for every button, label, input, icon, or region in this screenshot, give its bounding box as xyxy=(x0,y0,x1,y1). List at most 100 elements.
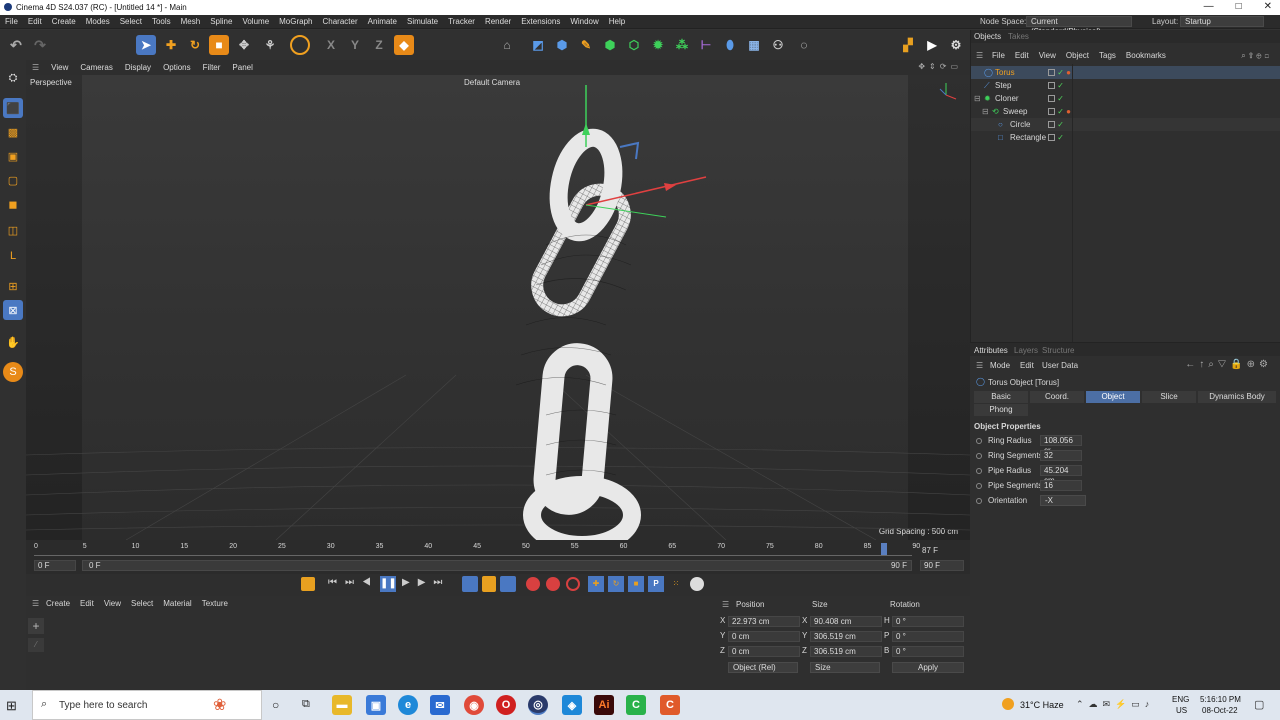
tab-layers[interactable]: Layers xyxy=(1014,346,1038,355)
menu-tools[interactable]: Tools xyxy=(147,15,176,29)
node-space-dropdown[interactable]: Current (Standard/Physical) xyxy=(1026,16,1132,36)
menu-extensions[interactable]: Extensions xyxy=(516,15,565,29)
model-mode-icon[interactable]: ⌂ xyxy=(497,35,517,55)
viewport-hamburger-icon[interactable]: ☰ xyxy=(26,60,45,75)
minimize-button[interactable]: — xyxy=(1204,1,1214,12)
add-material-icon[interactable]: + xyxy=(28,618,44,634)
size-mode-dropdown[interactable]: Size xyxy=(810,662,880,673)
objects-menu-tags[interactable]: Tags xyxy=(1099,51,1116,60)
viewport-nav-icons[interactable]: ✥⇕⟳▭ xyxy=(918,62,962,71)
language-code[interactable]: ENG xyxy=(1172,695,1189,704)
recorder-icon[interactable]: C xyxy=(660,695,680,715)
key-position-icon[interactable]: ✚ xyxy=(588,576,604,592)
attributes-nav-icons[interactable]: ←↑⌕▽🔒⊕⚙ xyxy=(1185,359,1272,370)
material-hamburger-icon[interactable]: ☰ xyxy=(32,599,39,608)
size-z-field[interactable]: 306.519 cm xyxy=(810,646,882,657)
maximize-button[interactable]: □ xyxy=(1236,1,1242,12)
cinema4d-taskbar-icon[interactable]: ◎ xyxy=(528,695,548,715)
axis-mode-icon[interactable]: L xyxy=(3,246,23,266)
start-frame-field[interactable]: 0 F xyxy=(34,560,76,571)
sound-icon[interactable] xyxy=(482,576,496,592)
windows-start-icon[interactable]: ⊞ xyxy=(6,698,17,714)
material-menu-view[interactable]: View xyxy=(104,599,121,608)
apply-button[interactable]: Apply xyxy=(892,662,964,673)
pipe-radius-field[interactable]: 45.204 cm xyxy=(1040,465,1082,485)
subtab-basic[interactable]: Basic xyxy=(974,391,1028,403)
edge-icon[interactable]: e xyxy=(398,695,418,715)
viewport-menu-cameras[interactable]: Cameras xyxy=(74,60,118,75)
transport-buttons[interactable]: ⏮⏭◀ xyxy=(328,577,379,588)
transform-tool-icon[interactable]: ✥ xyxy=(234,35,254,55)
make-editable-icon[interactable]: ⛭ xyxy=(3,68,23,88)
objects-menu-object[interactable]: Object xyxy=(1066,51,1089,60)
file-explorer-icon[interactable]: ▬ xyxy=(332,695,352,715)
menu-help[interactable]: Help xyxy=(604,15,630,29)
tab-objects[interactable]: Objects xyxy=(974,32,1001,41)
close-button[interactable]: ✕ xyxy=(1264,1,1272,12)
menu-tracker[interactable]: Tracker xyxy=(443,15,480,29)
mail-icon[interactable]: ✉ xyxy=(430,695,450,715)
menu-volume[interactable]: Volume xyxy=(237,15,274,29)
place-tool-icon[interactable]: ⚘ xyxy=(260,35,280,55)
attributes-menu-mode[interactable]: Mode xyxy=(990,361,1010,370)
attributes-menu-edit[interactable]: Edit xyxy=(1020,361,1034,370)
weather-icon[interactable] xyxy=(1002,698,1014,710)
viewport-menu-options[interactable]: Options xyxy=(157,60,197,75)
extrude-generator-icon[interactable]: ⬡ xyxy=(624,35,644,55)
pos-y-field[interactable]: 0 cm xyxy=(728,631,800,642)
ring-segments-field[interactable]: 32 xyxy=(1040,450,1082,461)
ring-radius-field[interactable]: 108.056 cr xyxy=(1040,435,1082,455)
object-row-step[interactable]: ⟋ Step ✓ xyxy=(970,79,1280,92)
key-param-icon[interactable]: P xyxy=(648,576,664,592)
sweep-expand-icon[interactable]: ⊟ xyxy=(982,105,989,118)
object-row-sweep[interactable]: ⊟ ⟲ Sweep ✓ ● xyxy=(970,105,1280,118)
light-icon[interactable]: ◌ xyxy=(794,35,814,55)
subtab-slice[interactable]: Slice xyxy=(1142,391,1196,403)
rot-b-field[interactable]: 0 ° xyxy=(892,646,964,657)
clock-time[interactable]: 5:16:10 PM xyxy=(1200,695,1241,704)
key-pla-icon[interactable]: ⁙ xyxy=(668,576,684,592)
objects-menu-edit[interactable]: Edit xyxy=(1015,51,1029,60)
scale-tool-icon[interactable]: ■ xyxy=(209,35,229,55)
script-s-icon[interactable]: S xyxy=(3,362,23,382)
menu-create[interactable]: Create xyxy=(47,15,81,29)
coordinate-system-icon[interactable] xyxy=(290,35,310,55)
camera-icon[interactable]: ⚇ xyxy=(768,35,788,55)
end-frame-field[interactable]: 90 F xyxy=(920,560,964,571)
pause-button[interactable]: ❚❚ xyxy=(380,576,397,592)
workplane-icon[interactable]: ⊞ xyxy=(3,276,23,296)
menu-select[interactable]: Select xyxy=(115,15,147,29)
y-axis-lock-icon[interactable]: Y xyxy=(345,35,365,55)
field-icon[interactable]: ⬮ xyxy=(720,35,740,55)
menu-character[interactable]: Character xyxy=(318,15,363,29)
photos-icon[interactable]: ◈ xyxy=(562,695,582,715)
weather-text[interactable]: 31°C Haze xyxy=(1020,700,1064,710)
viewport-menu-display[interactable]: Display xyxy=(119,60,157,75)
store-icon[interactable]: ▣ xyxy=(366,695,386,715)
uv-mode-icon[interactable]: ◫ xyxy=(3,220,23,240)
objects-hamburger-icon[interactable]: ☰ xyxy=(976,51,983,60)
keyframe-mode-icon[interactable] xyxy=(301,577,315,591)
camtasia-icon[interactable]: C xyxy=(626,695,646,715)
orientation-dropdown[interactable]: -X xyxy=(1040,495,1086,506)
edges-cube-icon[interactable]: ▢ xyxy=(3,170,23,190)
pos-z-field[interactable]: 0 cm xyxy=(728,646,800,657)
chrome-icon[interactable]: ◉ xyxy=(464,695,484,715)
subtab-object[interactable]: Object xyxy=(1086,391,1140,403)
menu-simulate[interactable]: Simulate xyxy=(402,15,443,29)
forward-buttons[interactable]: ▶▶⏭ xyxy=(402,577,450,588)
loop-icon[interactable] xyxy=(462,576,478,592)
objects-menu-view[interactable]: View xyxy=(1039,51,1056,60)
polygons-cube-icon[interactable]: ◼ xyxy=(3,194,23,214)
tab-structure[interactable]: Structure xyxy=(1042,346,1074,355)
menu-file[interactable]: File xyxy=(0,15,23,29)
menu-animate[interactable]: Animate xyxy=(363,15,402,29)
x-axis-lock-icon[interactable]: X xyxy=(321,35,341,55)
viewport-menu-filter[interactable]: Filter xyxy=(197,60,227,75)
subtab-phong[interactable]: Phong xyxy=(974,404,1028,416)
objects-menu-bookmarks[interactable]: Bookmarks xyxy=(1126,51,1166,60)
cloner-icon[interactable]: ✹ xyxy=(648,35,668,55)
size-x-field[interactable]: 90.408 cm xyxy=(810,616,882,627)
snap-icon[interactable]: ⊠ xyxy=(3,300,23,320)
object-row-rectangle[interactable]: □ Rectangle ✓ xyxy=(970,131,1280,144)
